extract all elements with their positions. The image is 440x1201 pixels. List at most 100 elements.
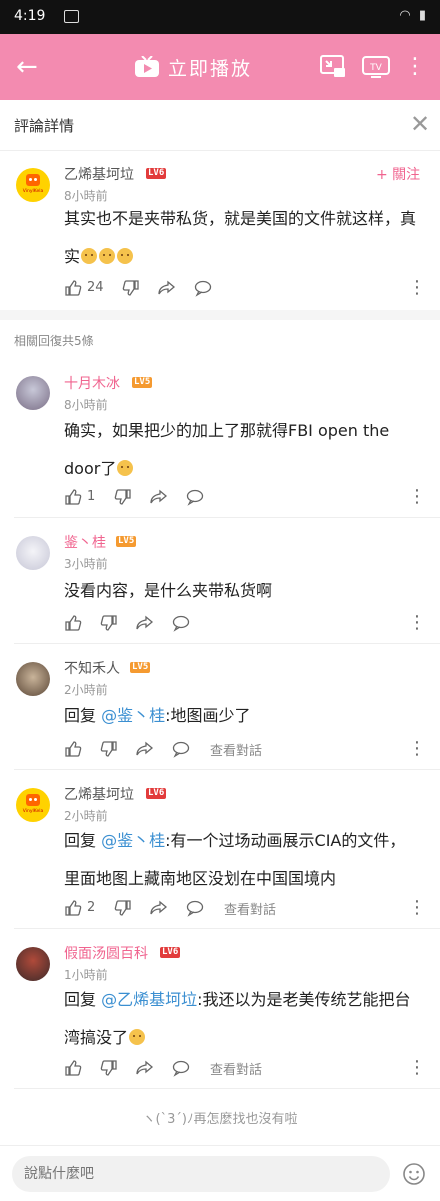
view-conversation-link[interactable]: 查看對話 [210, 740, 262, 759]
level-badge: LV5 [130, 662, 151, 673]
reply-button[interactable] [186, 486, 204, 508]
row-divider [14, 517, 440, 518]
level-badge: LV6 [146, 788, 167, 799]
thumbs-down-icon [122, 279, 139, 296]
reply-text-line-2: door了 [64, 450, 424, 488]
dislike-button[interactable] [100, 738, 118, 760]
reply-text: 回复 @鉴丶桂:地图画少了 [64, 697, 424, 735]
comment-more-icon[interactable]: ⋮ [408, 738, 426, 760]
more-options-icon[interactable]: ⋮ [404, 50, 426, 84]
row-divider [14, 643, 440, 644]
level-badge: LV5 [116, 536, 137, 547]
like-count: 24 [87, 280, 104, 295]
reply-button[interactable] [186, 897, 204, 919]
comment-more-icon[interactable]: ⋮ [408, 612, 426, 634]
main-comment-username[interactable]: 乙烯基坷垃 [64, 164, 134, 184]
thumbs-down-icon [100, 740, 117, 757]
doge-emoji-icon [117, 460, 134, 476]
reply-time: 2小時前 [64, 683, 108, 697]
reply-time: 3小時前 [64, 557, 108, 571]
like-button[interactable] [64, 1057, 82, 1079]
reply-line-1: 回复 @乙烯基坷垃:我还以为是老美传统艺能把台 [64, 981, 424, 1019]
avatar[interactable] [16, 536, 50, 570]
dislike-button[interactable] [114, 486, 132, 508]
share-button[interactable] [158, 277, 176, 299]
mention-link[interactable]: @乙烯基坷垃 [101, 990, 197, 1009]
avatar[interactable]: VinylKela [16, 168, 50, 202]
dislike-button[interactable] [100, 612, 118, 634]
comment-more-icon[interactable]: ⋮ [408, 277, 426, 299]
comment-bubble-icon [186, 489, 204, 506]
share-arrow-icon [150, 900, 168, 914]
reply-text-line: 确实，如果把少的加上了那就得FBI open the [64, 421, 390, 440]
like-button[interactable] [64, 612, 82, 634]
vinyl-logo-icon [26, 174, 40, 186]
share-button[interactable] [136, 1057, 154, 1079]
cast-screen-icon[interactable] [320, 54, 346, 78]
reply-username[interactable]: 不知禾人 [64, 658, 120, 678]
follow-button[interactable]: + 關注 [376, 164, 420, 184]
comment-bubble-icon [186, 900, 204, 917]
close-icon[interactable]: ✕ [408, 112, 432, 136]
avatar[interactable]: VinylKela [16, 788, 50, 822]
like-count: 1 [87, 489, 96, 504]
back-arrow-icon[interactable]: ← [16, 51, 48, 83]
reply-prefix: 回复 [64, 990, 97, 1009]
vinyl-logo-icon [26, 794, 40, 806]
reply-line-2-wrap: 湾搞没了 [64, 1019, 424, 1057]
view-conversation-link[interactable]: 查看對話 [210, 1059, 262, 1078]
reply-prefix: 回复 [64, 706, 97, 725]
end-of-list-message: ヽ(`3´)ﾉ再怎麼找也沒有啦 [142, 1112, 298, 1127]
reply-button[interactable] [194, 277, 212, 299]
tv-icon[interactable]: TV [362, 54, 390, 78]
reply-text: 回复 @鉴丶桂:有一个过场动画展示CIA的文件， 里面地图上藏南地区没划在中国国… [64, 822, 424, 898]
level-badge: LV5 [132, 377, 153, 388]
reply-actions: 查看對話 [64, 738, 404, 760]
reply-body: :有一个过场动画展示CIA的文件， [165, 831, 406, 850]
reply-button[interactable] [172, 1057, 190, 1079]
reply-username[interactable]: 乙烯基坷垃 [64, 784, 134, 804]
share-arrow-icon [136, 741, 154, 755]
thumbs-down-icon [100, 1059, 117, 1076]
dislike-button[interactable] [114, 897, 132, 919]
comment-bubble-icon [172, 741, 190, 758]
like-button[interactable]: 1 [64, 486, 95, 508]
reply-username[interactable]: 鉴丶桂 [64, 532, 106, 552]
reply-body: :地图画少了 [165, 706, 251, 725]
thumbs-down-icon [100, 614, 117, 631]
thumbs-down-icon [114, 899, 131, 916]
mention-link[interactable]: @鉴丶桂 [101, 706, 165, 725]
comment-bubble-icon [172, 615, 190, 632]
system-icons: ◠ ▮ [399, 8, 428, 23]
comment-more-icon[interactable]: ⋮ [408, 486, 426, 508]
share-arrow-icon [136, 1060, 154, 1074]
avatar[interactable] [16, 947, 50, 981]
reply-button[interactable] [172, 612, 190, 634]
avatar[interactable] [16, 662, 50, 696]
like-button[interactable]: 24 [64, 277, 104, 299]
like-button[interactable] [64, 738, 82, 760]
share-button[interactable] [150, 897, 168, 919]
comment-more-icon[interactable]: ⋮ [408, 1057, 426, 1079]
comment-more-icon[interactable]: ⋮ [408, 897, 426, 919]
main-comment-actions: 24 [64, 277, 424, 299]
tv-play-icon [135, 56, 159, 77]
share-button[interactable] [150, 486, 168, 508]
share-button[interactable] [136, 738, 154, 760]
reply-username[interactable]: 假面汤圆百科 [64, 943, 148, 963]
row-divider [14, 769, 440, 770]
like-button[interactable]: 2 [64, 897, 95, 919]
dislike-button[interactable] [122, 277, 140, 299]
share-button[interactable] [136, 612, 154, 634]
reply-actions [64, 612, 404, 634]
row-divider [14, 928, 440, 929]
avatar[interactable] [16, 376, 50, 410]
reply-username[interactable]: 十月木冰 [64, 373, 120, 393]
dislike-button[interactable] [100, 1057, 118, 1079]
reply-button[interactable] [172, 738, 190, 760]
view-conversation-link[interactable]: 查看對話 [224, 899, 276, 918]
comment-input[interactable] [12, 1156, 390, 1192]
emoji-smile-icon[interactable] [402, 1162, 426, 1186]
play-now-button[interactable]: 立即播放 [134, 51, 252, 83]
mention-link[interactable]: @鉴丶桂 [101, 831, 165, 850]
